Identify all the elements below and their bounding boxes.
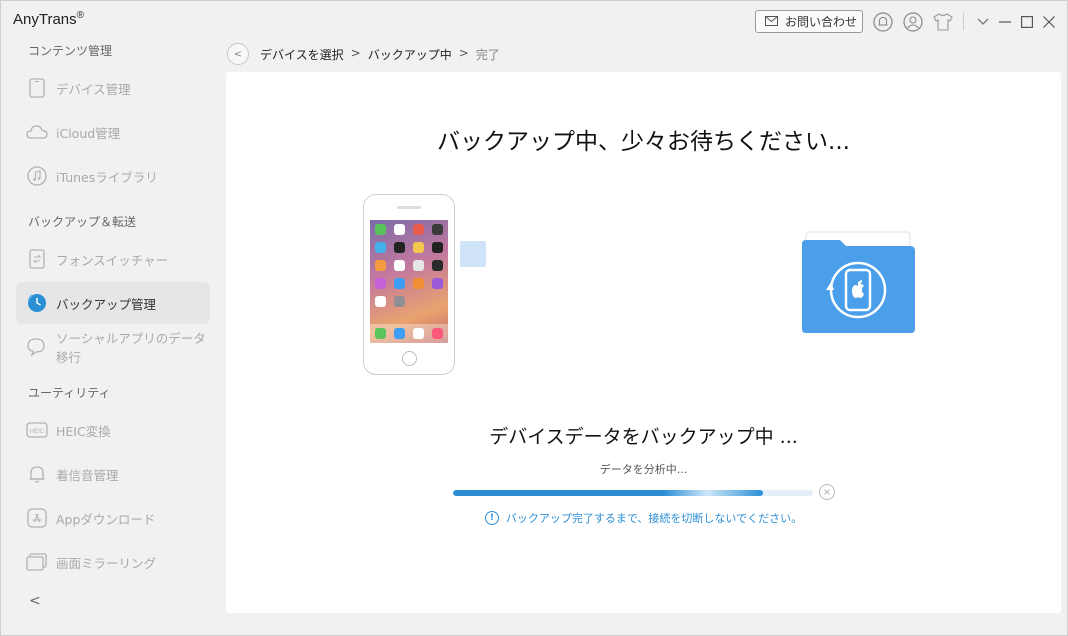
main-panel: バックアップ中、少々お待ちください... デバイスデータをバックアップ中 ...… xyxy=(226,72,1061,613)
sidebar-item-label: HEIC変換 xyxy=(56,423,111,439)
bell-icon xyxy=(26,463,48,485)
sidebar-item-label: 着信音管理 xyxy=(56,467,119,483)
sidebar-item-heic-convert[interactable]: HEIC HEIC変換 xyxy=(16,409,210,451)
cloud-icon xyxy=(26,121,48,143)
minimize-icon[interactable] xyxy=(994,11,1016,33)
sidebar-item-app-download[interactable]: Appダウンロード xyxy=(16,497,210,539)
sidebar-item-label: バックアップ管理 xyxy=(56,296,157,312)
back-button[interactable]: < xyxy=(227,43,249,65)
sidebar-collapse-button[interactable]: < xyxy=(29,593,41,609)
close-icon[interactable] xyxy=(1038,11,1060,33)
backup-status: デバイスデータをバックアップ中 ... xyxy=(489,426,798,448)
breadcrumb: デバイスを選択 > バックアップ中 > 完了 xyxy=(260,46,500,63)
sidebar-item-label: Appダウンロード xyxy=(56,511,156,527)
close-icon: × xyxy=(822,486,832,498)
app-title-text: AnyTrans xyxy=(13,11,77,28)
contact-label: お問い合わせ xyxy=(785,15,858,29)
app-store-icon xyxy=(26,507,48,529)
progress-bar xyxy=(453,490,813,496)
user-icon[interactable] xyxy=(902,11,924,33)
sidebar-item-label: ソーシャルアプリのデータ移行 xyxy=(56,331,206,365)
back-arrow-icon: < xyxy=(233,48,243,60)
breadcrumb-separator: > xyxy=(350,46,361,60)
sidebar-item-label: iTunesライブラリ xyxy=(56,169,158,185)
titlebar-divider xyxy=(963,13,964,30)
sidebar-item-ringtone[interactable]: 着信音管理 xyxy=(16,453,210,495)
mirror-icon xyxy=(26,551,48,573)
contact-button[interactable]: お問い合わせ xyxy=(755,10,863,33)
sub-status: データを分析中... xyxy=(599,463,688,476)
iphone-image xyxy=(363,194,455,375)
sidebar-item-label: フォンスイッチャー xyxy=(56,252,169,268)
heic-icon: HEIC xyxy=(26,419,48,441)
page-title: バックアップ中、少々お待ちください... xyxy=(437,129,850,155)
music-icon xyxy=(26,165,48,187)
maximize-icon[interactable] xyxy=(1016,11,1038,33)
chat-icon xyxy=(26,336,48,358)
bell-icon[interactable] xyxy=(872,11,894,33)
device-icon xyxy=(26,77,48,99)
app-title: AnyTrans® xyxy=(13,10,84,28)
warning-text: バックアップ完了するまで、接続を切断しないでください。 xyxy=(505,512,803,525)
backup-clock-icon xyxy=(26,292,48,314)
app-window: AnyTrans® お問い合わせ コンテンツ管理 デバイス管理 iCloud管理… xyxy=(0,0,1068,636)
registered-mark: ® xyxy=(76,10,85,21)
phone-screen xyxy=(370,220,448,343)
sidebar-item-label: デバイス管理 xyxy=(56,81,131,97)
sidebar-item-label: 画面ミラーリング xyxy=(56,555,157,571)
phone-speaker xyxy=(397,206,421,209)
sidebar-item-social-app-transfer[interactable]: ソーシャルアプリのデータ移行 xyxy=(16,326,210,368)
breadcrumb-step-select-device: デバイスを選択 xyxy=(260,48,344,62)
transfer-animation-block xyxy=(460,241,486,267)
breadcrumb-step-backing-up: バックアップ中 xyxy=(367,48,452,62)
disconnect-warning: ! バックアップ完了するまで、接続を切断しないでください。 xyxy=(226,510,1061,526)
backup-folder-icon xyxy=(800,230,918,340)
sidebar-item-icloud[interactable]: iCloud管理 xyxy=(16,111,210,153)
mail-icon xyxy=(765,15,778,29)
info-icon: ! xyxy=(484,511,499,525)
breadcrumb-separator: > xyxy=(458,46,469,60)
sidebar-item-label: iCloud管理 xyxy=(56,125,121,141)
svg-text:HEIC: HEIC xyxy=(30,429,45,435)
sidebar-item-screen-mirroring[interactable]: 画面ミラーリング xyxy=(16,541,210,583)
sidebar: コンテンツ管理 デバイス管理 iCloud管理 iTunesライブラリ バックア… xyxy=(1,35,223,635)
sidebar-item-itunes[interactable]: iTunesライブラリ xyxy=(16,155,210,197)
phone-switch-icon xyxy=(26,248,48,270)
section-utility: ユーティリティ xyxy=(28,386,111,400)
section-content-management: コンテンツ管理 xyxy=(28,44,113,58)
sidebar-item-device-management[interactable]: デバイス管理 xyxy=(16,67,210,109)
breadcrumb-step-complete: 完了 xyxy=(475,48,500,62)
sidebar-item-backup-management[interactable]: バックアップ管理 xyxy=(16,282,210,324)
sidebar-item-phone-switcher[interactable]: フォンスイッチャー xyxy=(16,238,210,280)
tshirt-icon[interactable] xyxy=(932,11,954,33)
progress-fill xyxy=(453,490,763,496)
chevron-down-icon[interactable] xyxy=(972,11,994,33)
phone-home-button xyxy=(402,351,417,366)
section-backup-transfer: バックアップ＆転送 xyxy=(28,215,137,229)
cancel-button[interactable]: × xyxy=(819,484,835,500)
